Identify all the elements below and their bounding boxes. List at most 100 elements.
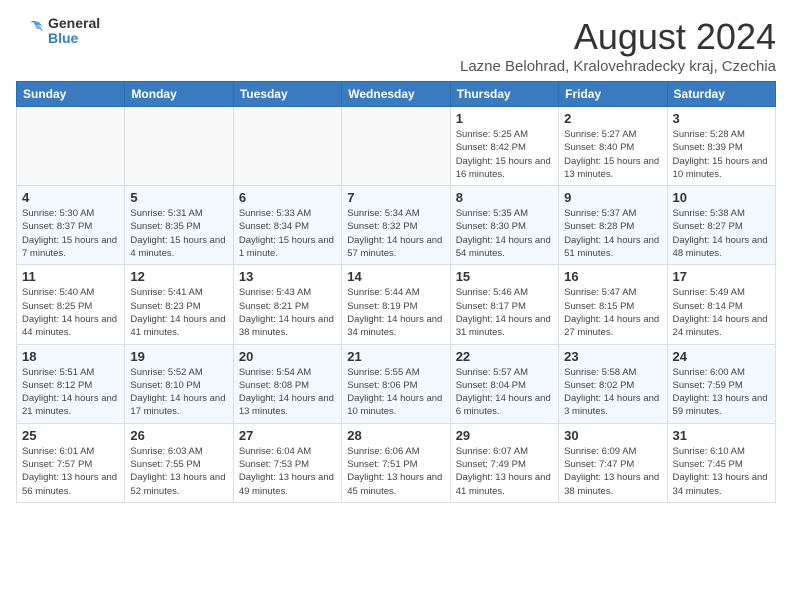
day-info: Sunrise: 5:58 AM Sunset: 8:02 PM Dayligh… [564,366,661,419]
day-info: Sunrise: 5:52 AM Sunset: 8:10 PM Dayligh… [130,366,227,419]
day-cell: 17 Sunrise: 5:49 AM Sunset: 8:14 PM Dayli… [667,265,775,344]
day-info: Sunrise: 5:44 AM Sunset: 8:19 PM Dayligh… [347,286,444,339]
day-cell: 19Sunrise: 5:52 AM Sunset: 8:10 PM Dayli… [125,344,233,423]
day-cell: 6 Sunrise: 5:33 AM Sunset: 8:34 PM Daylig… [233,186,341,265]
logo-text: General Blue [48,16,100,47]
week-row-3: 18 Sunrise: 5:51 AM Sunset: 8:12 PM Dayli… [17,344,776,423]
day-number: 31 [673,428,770,443]
day-info: Sunrise: 6:07 AM Sunset: 7:49 PM Dayligh… [456,445,553,498]
day-cell: 21 Sunrise: 5:55 AM Sunset: 8:06 PM Dayli… [342,344,450,423]
day-cell: 28 Sunrise: 6:06 AM Sunset: 7:51 PM Dayli… [342,423,450,502]
day-number: 21 [347,349,444,364]
day-info: Sunrise: 5:33 AM Sunset: 8:34 PM Dayligh… [239,207,336,260]
day-info: Sunrise: 5:35 AM Sunset: 8:30 PM Dayligh… [456,207,553,260]
day-info: Sunrise: 5:54 AM Sunset: 8:08 PM Dayligh… [239,366,336,419]
header-monday: Monday [125,82,233,107]
week-row-2: 11Sunrise: 5:40 AM Sunset: 8:25 PM Dayli… [17,265,776,344]
day-cell: 24 Sunrise: 6:00 AM Sunset: 7:59 PM Dayli… [667,344,775,423]
day-cell: 27 Sunrise: 6:04 AM Sunset: 7:53 PM Dayli… [233,423,341,502]
day-cell: 13 Sunrise: 5:43 AM Sunset: 8:21 PM Dayli… [233,265,341,344]
day-info: Sunrise: 5:25 AM Sunset: 8:42 PM Dayligh… [456,128,553,181]
day-info: Sunrise: 5:43 AM Sunset: 8:21 PM Dayligh… [239,286,336,339]
day-cell: 18 Sunrise: 5:51 AM Sunset: 8:12 PM Dayli… [17,344,125,423]
day-info: Sunrise: 5:30 AM Sunset: 8:37 PM Dayligh… [22,207,119,260]
day-number: 10 [673,190,770,205]
day-number: 9 [564,190,661,205]
header-thursday: Thursday [450,82,558,107]
day-cell [342,107,450,186]
day-info: Sunrise: 6:10 AM Sunset: 7:45 PM Dayligh… [673,445,770,498]
logo-general: General [48,16,100,31]
day-cell: 23 Sunrise: 5:58 AM Sunset: 8:02 PM Dayli… [559,344,667,423]
day-cell [233,107,341,186]
week-row-4: 25Sunrise: 6:01 AM Sunset: 7:57 PM Dayli… [17,423,776,502]
day-info: Sunrise: 5:49 AM Sunset: 8:14 PM Dayligh… [673,286,770,339]
header-row: Sunday Monday Tuesday Wednesday Thursday… [17,82,776,107]
day-number: 24 [673,349,770,364]
day-number: 25 [22,428,119,443]
day-number: 29 [456,428,553,443]
header-sunday: Sunday [17,82,125,107]
day-info: Sunrise: 5:38 AM Sunset: 8:27 PM Dayligh… [673,207,770,260]
logo-icon [16,17,44,45]
day-number: 3 [673,111,770,126]
day-info: Sunrise: 6:04 AM Sunset: 7:53 PM Dayligh… [239,445,336,498]
day-info: Sunrise: 5:51 AM Sunset: 8:12 PM Dayligh… [22,366,119,419]
day-info: Sunrise: 5:41 AM Sunset: 8:23 PM Dayligh… [130,286,227,339]
day-number: 2 [564,111,661,126]
logo-blue: Blue [48,31,100,46]
day-info: Sunrise: 5:37 AM Sunset: 8:28 PM Dayligh… [564,207,661,260]
day-cell: 8 Sunrise: 5:35 AM Sunset: 8:30 PM Daylig… [450,186,558,265]
day-cell: 14 Sunrise: 5:44 AM Sunset: 8:19 PM Dayli… [342,265,450,344]
day-number: 15 [456,269,553,284]
day-cell: 20 Sunrise: 5:54 AM Sunset: 8:08 PM Dayli… [233,344,341,423]
day-number: 20 [239,349,336,364]
header-tuesday: Tuesday [233,82,341,107]
day-number: 23 [564,349,661,364]
day-number: 26 [130,428,227,443]
header-saturday: Saturday [667,82,775,107]
day-info: Sunrise: 6:03 AM Sunset: 7:55 PM Dayligh… [130,445,227,498]
day-number: 18 [22,349,119,364]
day-cell: 15 Sunrise: 5:46 AM Sunset: 8:17 PM Dayli… [450,265,558,344]
day-cell: 25Sunrise: 6:01 AM Sunset: 7:57 PM Dayli… [17,423,125,502]
day-number: 13 [239,269,336,284]
day-number: 1 [456,111,553,126]
day-info: Sunrise: 5:55 AM Sunset: 8:06 PM Dayligh… [347,366,444,419]
day-number: 11 [22,269,119,284]
logo: General Blue [16,16,100,47]
day-cell: 5Sunrise: 5:31 AM Sunset: 8:35 PM Daylig… [125,186,233,265]
day-info: Sunrise: 6:06 AM Sunset: 7:51 PM Dayligh… [347,445,444,498]
day-cell [17,107,125,186]
header-friday: Friday [559,82,667,107]
day-number: 6 [239,190,336,205]
day-number: 17 [673,269,770,284]
day-info: Sunrise: 6:00 AM Sunset: 7:59 PM Dayligh… [673,366,770,419]
location-subtitle: Lazne Belohrad, Kralovehradecky kraj, Cz… [460,58,776,75]
day-cell: 2 Sunrise: 5:27 AM Sunset: 8:40 PM Daylig… [559,107,667,186]
day-number: 30 [564,428,661,443]
day-number: 12 [130,269,227,284]
day-info: Sunrise: 5:46 AM Sunset: 8:17 PM Dayligh… [456,286,553,339]
day-number: 22 [456,349,553,364]
page-header: General Blue August 2024 Lazne Belohrad,… [16,16,776,75]
day-info: Sunrise: 5:28 AM Sunset: 8:39 PM Dayligh… [673,128,770,181]
day-cell: 7Sunrise: 5:34 AM Sunset: 8:32 PM Daylig… [342,186,450,265]
day-number: 4 [22,190,119,205]
day-cell: 3 Sunrise: 5:28 AM Sunset: 8:39 PM Daylig… [667,107,775,186]
day-info: Sunrise: 5:34 AM Sunset: 8:32 PM Dayligh… [347,207,444,260]
day-cell: 31 Sunrise: 6:10 AM Sunset: 7:45 PM Dayli… [667,423,775,502]
day-cell [125,107,233,186]
day-info: Sunrise: 6:09 AM Sunset: 7:47 PM Dayligh… [564,445,661,498]
day-number: 27 [239,428,336,443]
day-cell: 22Sunrise: 5:57 AM Sunset: 8:04 PM Dayli… [450,344,558,423]
day-cell: 10 Sunrise: 5:38 AM Sunset: 8:27 PM Dayli… [667,186,775,265]
day-number: 8 [456,190,553,205]
day-number: 28 [347,428,444,443]
day-cell: 11Sunrise: 5:40 AM Sunset: 8:25 PM Dayli… [17,265,125,344]
day-cell: 30 Sunrise: 6:09 AM Sunset: 7:47 PM Dayli… [559,423,667,502]
day-number: 14 [347,269,444,284]
day-number: 5 [130,190,227,205]
day-cell: 26 Sunrise: 6:03 AM Sunset: 7:55 PM Dayli… [125,423,233,502]
day-info: Sunrise: 5:27 AM Sunset: 8:40 PM Dayligh… [564,128,661,181]
